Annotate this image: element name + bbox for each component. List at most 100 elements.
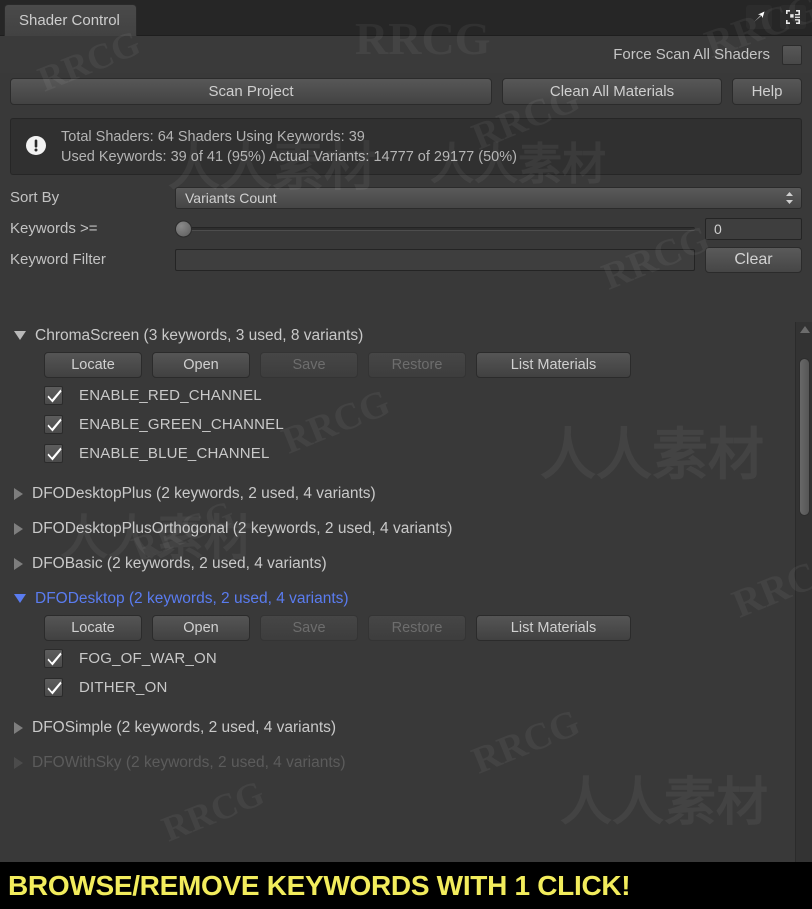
keyword-row[interactable]: ENABLE_BLUE_CHANNEL (0, 439, 812, 468)
force-scan-checkbox[interactable] (782, 44, 802, 65)
open-button[interactable]: Open (152, 352, 250, 378)
scan-project-button[interactable]: Scan Project (10, 77, 492, 105)
triangle-right-icon[interactable] (14, 487, 23, 500)
shader-entry: DFOSimple (2 keywords, 2 used, 4 variant… (0, 714, 812, 749)
triangle-right-icon[interactable] (14, 721, 23, 734)
shader-action-row: Locate Open Save Restore List Materials (0, 612, 812, 644)
locate-button[interactable]: Locate (44, 352, 142, 378)
clean-all-materials-button[interactable]: Clean All Materials (502, 77, 722, 105)
triangle-down-icon[interactable] (14, 594, 26, 603)
force-scan-row: Force Scan All Shaders (0, 36, 812, 73)
open-button[interactable]: Open (152, 615, 250, 641)
locate-button[interactable]: Locate (44, 615, 142, 641)
statistics-info-box: Total Shaders: 64 Shaders Using Keywords… (10, 118, 802, 175)
shader-header-dfobasic[interactable]: DFOBasic (2 keywords, 2 used, 4 variants… (0, 550, 812, 577)
keywords-min-value-field[interactable]: 0 (705, 217, 802, 240)
shader-control-window: Shader Control Force Scan All Shaders Sc… (0, 0, 812, 909)
shader-list[interactable]: ChromaScreen (3 keywords, 3 used, 8 vari… (0, 322, 812, 862)
slider-thumb[interactable] (175, 220, 192, 237)
sort-by-label: Sort By (10, 189, 60, 206)
keyword-filter-row: Keyword Filter Clear (10, 245, 802, 274)
list-materials-button[interactable]: List Materials (476, 352, 631, 378)
shader-entry: DFOBasic (2 keywords, 2 used, 4 variants… (0, 550, 812, 585)
filter-form: Sort By Variants Count Keywords >= 0 Key… (0, 175, 812, 274)
restore-button: Restore (368, 352, 466, 378)
shader-entry: DFODesktopPlusOrthogonal (2 keywords, 2 … (0, 515, 812, 550)
shader-header-dfosimple[interactable]: DFOSimple (2 keywords, 2 used, 4 variant… (0, 714, 812, 741)
keywords-min-row: Keywords >= 0 (10, 214, 802, 243)
list-materials-button[interactable]: List Materials (476, 615, 631, 641)
triangle-right-icon[interactable] (14, 557, 23, 570)
triangle-right-icon[interactable] (14, 756, 23, 769)
keyword-row[interactable]: FOG_OF_WAR_ON (0, 644, 812, 673)
shader-summary-label: DFOBasic (2 keywords, 2 used, 4 variants… (32, 554, 327, 572)
keyword-label: ENABLE_GREEN_CHANNEL (79, 416, 284, 433)
statistics-line-2: Used Keywords: 39 of 41 (95%) Actual Var… (61, 148, 517, 165)
help-button[interactable]: Help (732, 77, 802, 105)
tab-shader-control[interactable]: Shader Control (4, 4, 137, 36)
popout-arrow-icon[interactable] (746, 5, 772, 29)
keyword-row[interactable]: DITHER_ON (0, 673, 812, 702)
tab-label: Shader Control (19, 12, 120, 29)
save-button: Save (260, 352, 358, 378)
shader-header-chromascreen[interactable]: ChromaScreen (3 keywords, 3 used, 8 vari… (0, 322, 812, 349)
list-vertical-scrollbar[interactable] (795, 322, 812, 862)
shader-action-row: Locate Open Save Restore List Materials (0, 349, 812, 381)
slider-track (183, 226, 695, 231)
clear-filter-button[interactable]: Clear (705, 246, 802, 273)
force-scan-label: Force Scan All Shaders (613, 46, 770, 63)
statistics-text: Total Shaders: 64 Shaders Using Keywords… (61, 127, 517, 167)
keyword-label: DITHER_ON (79, 679, 168, 696)
sort-by-row: Sort By Variants Count (10, 183, 802, 212)
keyword-checkbox[interactable] (44, 386, 63, 405)
shader-header-dfodesktop[interactable]: DFODesktop (2 keywords, 2 used, 4 varian… (0, 585, 812, 612)
keyword-row[interactable]: ENABLE_RED_CHANNEL (0, 381, 812, 410)
shader-entry: DFOWithSky (2 keywords, 2 used, 4 varian… (0, 749, 812, 784)
shader-header-dfodesktopplusorthogonal[interactable]: DFODesktopPlusOrthogonal (2 keywords, 2 … (0, 515, 812, 542)
scroll-up-arrow-icon[interactable] (800, 326, 810, 333)
promo-banner: BROWSE/REMOVE KEYWORDS WITH 1 CLICK! (0, 862, 812, 909)
keyword-checkbox[interactable] (44, 649, 63, 668)
keyword-label: ENABLE_RED_CHANNEL (79, 387, 262, 404)
shader-entry: DFODesktop (2 keywords, 2 used, 4 varian… (0, 585, 812, 714)
save-button: Save (260, 615, 358, 641)
statistics-line-1: Total Shaders: 64 Shaders Using Keywords… (61, 128, 365, 145)
scrollbar-thumb[interactable] (799, 358, 810, 516)
shader-header-dfowithsky[interactable]: DFOWithSky (2 keywords, 2 used, 4 varian… (0, 749, 812, 776)
keyword-row[interactable]: ENABLE_GREEN_CHANNEL (0, 410, 812, 439)
keyword-checkbox[interactable] (44, 444, 63, 463)
shader-entry: ChromaScreen (3 keywords, 3 used, 8 vari… (0, 322, 812, 480)
sort-by-dropdown[interactable]: Variants Count (175, 186, 802, 209)
keyword-filter-input[interactable] (175, 248, 695, 271)
shader-entry: DFODesktopPlus (2 keywords, 2 used, 4 va… (0, 480, 812, 515)
info-exclamation-icon (23, 134, 49, 160)
triangle-right-icon[interactable] (14, 522, 23, 535)
panel-options-icon[interactable] (780, 5, 806, 29)
shader-summary-label: DFODesktopPlus (2 keywords, 2 used, 4 va… (32, 484, 376, 502)
window-tab-tools (746, 5, 806, 29)
keyword-checkbox[interactable] (44, 678, 63, 697)
chevron-updown-icon (785, 191, 794, 204)
shader-summary-label: DFODesktopPlusOrthogonal (2 keywords, 2 … (32, 519, 453, 537)
keywords-min-label: Keywords >= (10, 220, 98, 237)
shader-header-dfodesktopplus[interactable]: DFODesktopPlus (2 keywords, 2 used, 4 va… (0, 480, 812, 507)
keyword-filter-label: Keyword Filter (10, 251, 106, 268)
shader-summary-label: ChromaScreen (3 keywords, 3 used, 8 vari… (35, 326, 364, 344)
keyword-label: ENABLE_BLUE_CHANNEL (79, 445, 270, 462)
window-tab-bar: Shader Control (0, 0, 812, 36)
shader-summary-label: DFOSimple (2 keywords, 2 used, 4 variant… (32, 718, 337, 736)
keyword-checkbox[interactable] (44, 415, 63, 434)
keywords-min-slider[interactable] (175, 218, 695, 240)
triangle-down-icon[interactable] (14, 331, 26, 340)
keyword-label: FOG_OF_WAR_ON (79, 650, 217, 667)
promo-banner-text: BROWSE/REMOVE KEYWORDS WITH 1 CLICK! (8, 869, 631, 901)
main-button-row: Scan Project Clean All Materials Help (0, 73, 812, 109)
sort-by-value: Variants Count (185, 189, 277, 206)
